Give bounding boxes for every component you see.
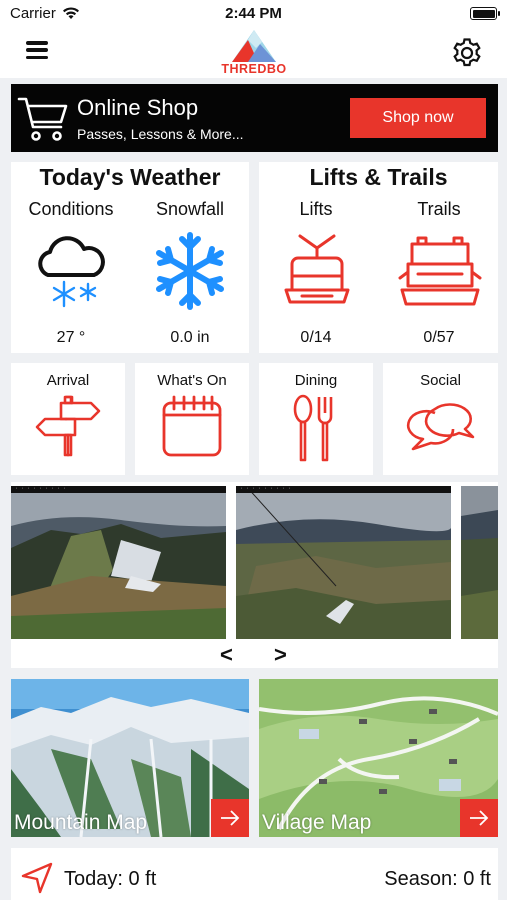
location-arrow-icon	[21, 862, 53, 894]
shopping-cart-icon	[17, 97, 68, 141]
vertical-tracker[interactable]: Today: 0 ft Season: 0 ft	[11, 848, 498, 900]
chat-bubbles-icon	[406, 403, 474, 451]
temperature-value: 27 °	[56, 329, 86, 346]
conditions-label: Conditions	[28, 199, 114, 219]
tile-arrival-label: Arrival	[46, 372, 90, 389]
tile-arrival[interactable]: Arrival	[11, 363, 125, 475]
mountain-map-label: Mountain Map	[14, 811, 148, 834]
shop-title: Online Shop	[77, 95, 199, 120]
mountain-map-card[interactable]: Mountain Map	[11, 679, 249, 837]
status-bar: Carrier 2:44 PM	[0, 0, 507, 28]
battery-icon	[470, 7, 500, 20]
webcam-image-3[interactable]	[461, 486, 498, 639]
snow-groomer-icon	[398, 236, 482, 306]
webcam-prev-button[interactable]: <	[220, 642, 233, 668]
snowflake-icon	[156, 232, 224, 310]
village-map-card[interactable]: Village Map	[259, 679, 498, 837]
village-map-label: Village Map	[262, 811, 372, 834]
webcam-image-1[interactable]: · · · · · · · · ·	[11, 486, 226, 639]
lifts-trails-title: Lifts & Trails	[309, 164, 448, 190]
calendar-icon	[162, 395, 222, 457]
snow-cloud-icon	[38, 236, 105, 308]
mountain-map-arrow-button[interactable]	[211, 799, 249, 837]
trails-value: 0/57	[423, 329, 455, 346]
tile-dining[interactable]: Dining	[259, 363, 373, 475]
webcam-carousel[interactable]: · · · · · · · · · · · · · · · · · · < >	[11, 482, 498, 668]
webcam-timestamp-2: · · · · · · · · ·	[236, 486, 451, 493]
logo-text: THREDBO	[221, 62, 287, 76]
webcam-photo-3	[461, 486, 498, 639]
shop-subtitle: Passes, Lessons & More...	[77, 126, 244, 142]
webcam-timestamp-1: · · · · · · · · ·	[11, 486, 226, 493]
webcam-image-2[interactable]: · · · · · · · · ·	[236, 486, 451, 639]
webcam-photo-2	[236, 486, 451, 639]
tile-social-label: Social	[420, 372, 461, 389]
weather-title: Today's Weather	[39, 164, 221, 190]
arrow-right-icon	[470, 810, 489, 826]
lifts-label: Lifts	[299, 199, 333, 219]
shop-now-button[interactable]: Shop now	[350, 98, 486, 138]
lifts-trails-card[interactable]: Lifts & Trails Lifts Trails 0/14 0/57	[259, 162, 498, 353]
online-shop-banner[interactable]: Online Shop Passes, Lessons & More... Sh…	[11, 84, 498, 152]
tile-social[interactable]: Social	[383, 363, 498, 475]
today-vertical: Today: 0 ft	[64, 868, 157, 890]
season-vertical: Season: 0 ft	[384, 868, 491, 890]
webcam-next-button[interactable]: >	[274, 642, 287, 668]
snowfall-label: Snowfall	[155, 199, 225, 219]
arrow-right-icon	[221, 810, 240, 826]
gondola-icon	[284, 234, 350, 304]
tile-whats-on-label: What's On	[157, 372, 227, 389]
lifts-value: 0/14	[300, 329, 332, 346]
tile-dining-label: Dining	[294, 372, 338, 389]
cutlery-icon	[293, 394, 333, 462]
signpost-icon	[35, 395, 101, 457]
trails-label: Trails	[417, 199, 461, 219]
thredbo-logo[interactable]: THREDBO	[218, 28, 290, 78]
village-map-arrow-button[interactable]	[460, 799, 498, 837]
weather-card[interactable]: Today's Weather Conditions Snowfall 27 °…	[11, 162, 249, 353]
gear-icon[interactable]	[451, 37, 483, 69]
tile-whats-on[interactable]: What's On	[135, 363, 249, 475]
clock: 2:44 PM	[225, 5, 282, 22]
hamburger-menu-icon[interactable]	[26, 41, 48, 59]
mountain-logo-icon	[232, 30, 276, 62]
app-header: THREDBO	[0, 28, 507, 78]
webcam-photo-1	[11, 486, 226, 639]
snowfall-value: 0.0 in	[170, 329, 210, 346]
